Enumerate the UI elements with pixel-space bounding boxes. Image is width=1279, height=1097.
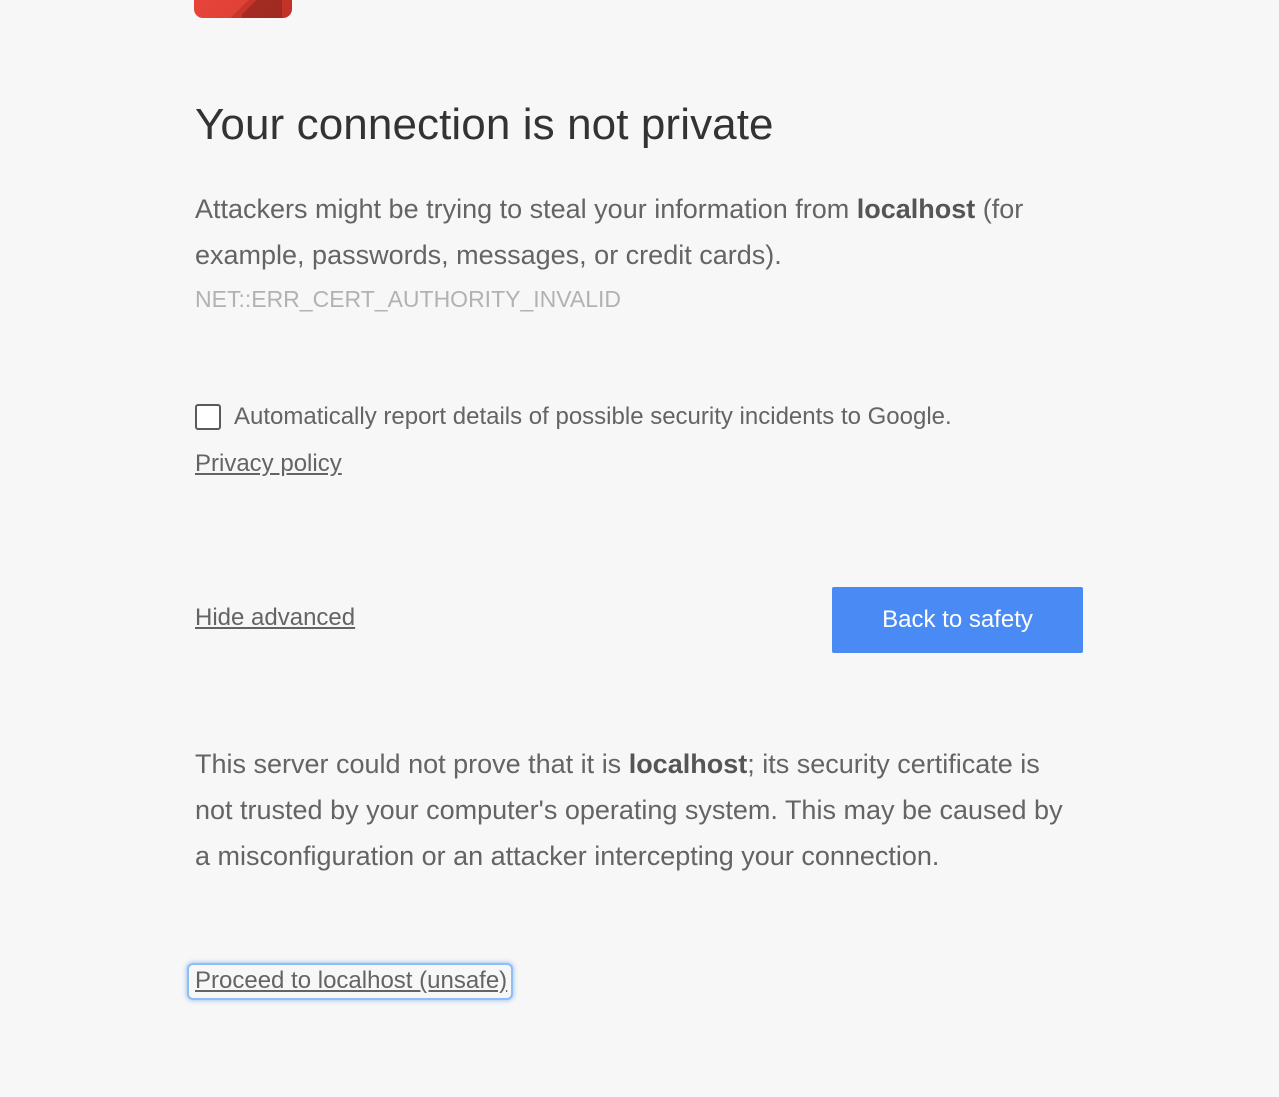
- hide-advanced-link[interactable]: Hide advanced: [195, 604, 355, 632]
- details-host: localhost: [628, 749, 748, 779]
- report-option: Automatically report details of possible…: [195, 403, 952, 431]
- warning-lock-icon: [194, 0, 292, 18]
- main-message-prefix: Attackers might be trying to steal your …: [195, 194, 857, 224]
- privacy-policy-link[interactable]: Privacy policy: [195, 450, 342, 478]
- details-prefix: This server could not prove that it is: [195, 749, 629, 779]
- main-message: Attackers might be trying to steal your …: [195, 186, 1083, 278]
- details-message: This server could not prove that it is l…: [195, 741, 1083, 879]
- proceed-unsafe-link[interactable]: Proceed to localhost (unsafe): [189, 965, 511, 998]
- error-code: NET::ERR_CERT_AUTHORITY_INVALID: [195, 286, 622, 312]
- icon-shade: [242, 0, 282, 18]
- report-checkbox[interactable]: [195, 404, 221, 430]
- back-to-safety-button[interactable]: Back to safety: [832, 587, 1083, 653]
- main-message-host: localhost: [856, 194, 976, 224]
- report-label[interactable]: Automatically report details of possible…: [234, 403, 952, 431]
- page-title: Your connection is not private: [195, 100, 774, 149]
